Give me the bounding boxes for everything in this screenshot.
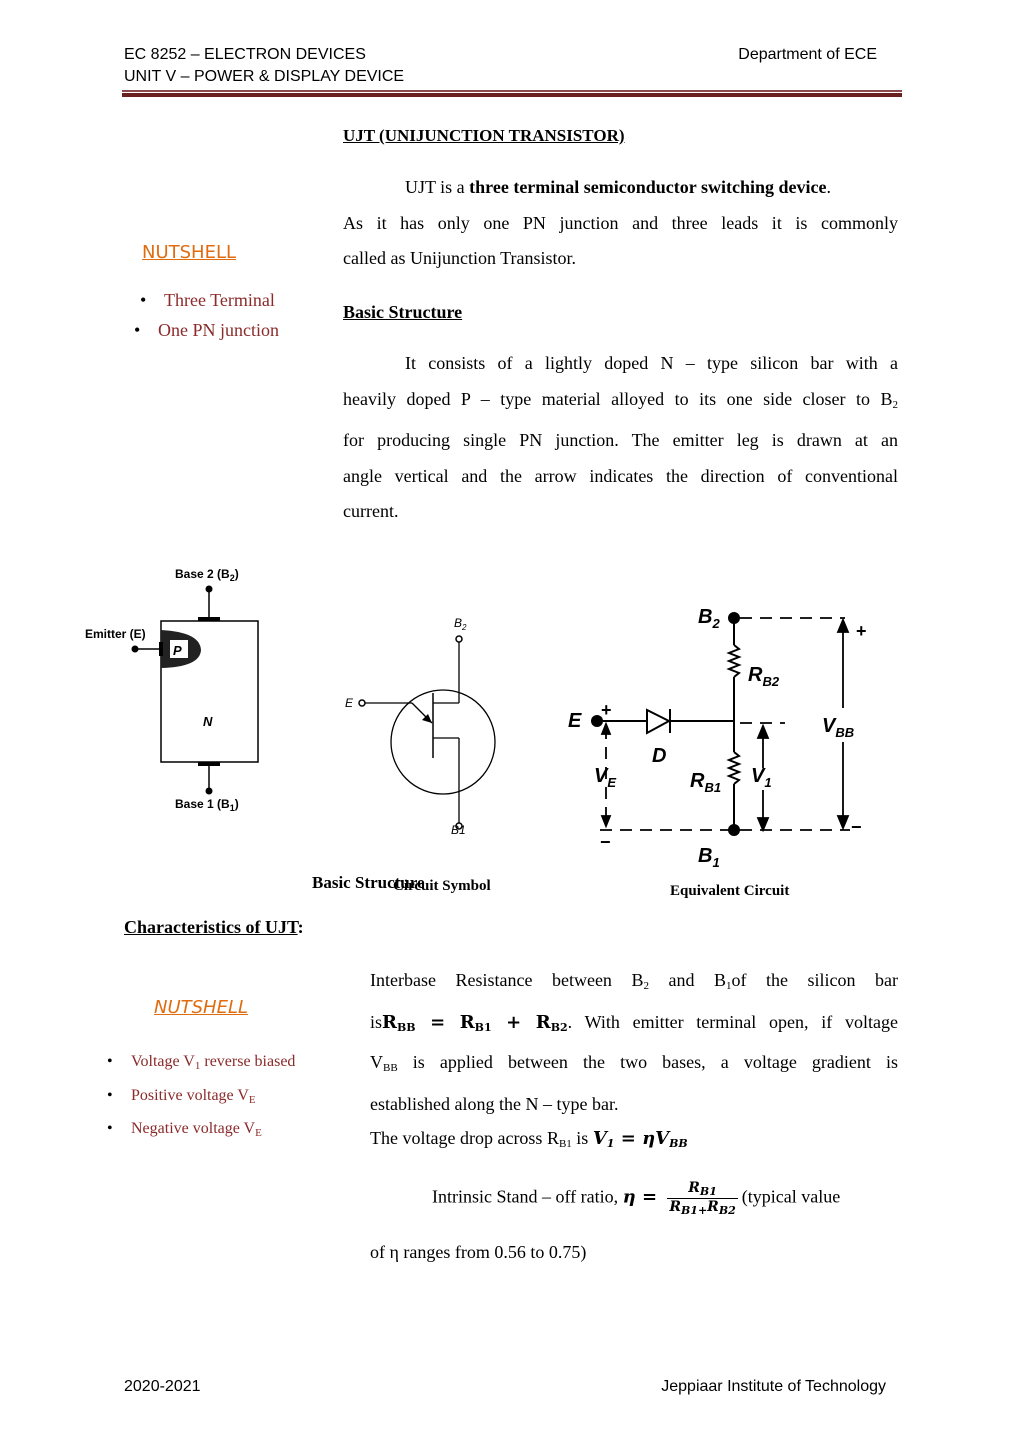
base1-terminal [205,787,213,795]
bs-line: angle vertical and the arrow indicates t… [343,465,898,486]
bullet-icon: • [134,320,141,340]
ve-plus: + [601,700,612,720]
nutshell-title-2: NUTSHELL [154,997,249,1018]
ve-minus: − [600,832,611,852]
nutshell1-item-text: One PN junction [158,320,279,340]
bullet-icon: • [107,1053,113,1070]
bs-line: It consists of a lightly doped N – type … [405,353,898,373]
vbb-plus: + [856,621,867,641]
basic-structure-paragraph: It consists of a lightly doped N – type … [343,346,898,530]
basic-structure-figure: Base 2 (B2) P Emitter (E) N Base 1 (B1) [85,567,259,813]
bullet-icon: • [107,1120,113,1137]
characteristics-heading: Characteristics of UJT: [124,917,304,937]
caption-equivalent-circuit: Equivalent Circuit [670,883,790,899]
eq-e-label: E [568,710,582,732]
intro-line2: As it has only one PN junction and three… [343,212,898,233]
basic-structure-heading: Basic Structure [343,302,463,322]
intro-line3: called as Unijunction Transistor. [343,248,576,268]
nutshell1-item-text: Three Terminal [164,290,275,310]
v1-equation: V1 = ηVBB [592,1128,688,1150]
eta-symbol: η [622,1186,636,1208]
bs-sub: 2 [892,398,899,411]
section-title: UJT (UNIJUNCTION TRANSISTOR) [343,126,625,145]
caption-circuit-symbol: Circuit Symbol [393,878,491,894]
base1-contact [198,762,220,766]
symbol-b2-label: B2 [454,616,467,632]
circuit-symbol-figure: B2 E B1 [345,616,496,835]
base2-label: Base 2 (B2) [175,567,239,583]
eq-rb2-label: RB2 [748,664,780,689]
diode-icon [646,708,672,735]
n-label: N [203,714,213,729]
eq-rb1-label: RB1 [690,770,721,795]
header-department: Department of ECE [738,46,877,63]
bs-line: current. [343,501,399,521]
intro-prefix: UJT is a [405,177,470,197]
bullet-icon: • [107,1087,113,1104]
symbol-b1-label: B1 [451,823,466,835]
eq-d-label: D [652,745,666,767]
footer-institute: Jeppiaar Institute of Technology [661,1378,886,1395]
bs-line: for producing single PN junction. The em… [343,430,898,450]
standoff-ratio-line: Intrinsic Stand – off ratio, η = RB1 RB1+… [432,1180,841,1217]
p-label: P [173,643,182,658]
header-course: EC 8252 – ELECTRON DEVICES [124,46,366,63]
header-rule-thin [122,90,902,92]
vbb-minus: − [851,817,862,837]
nutshell2-item: • Negative voltage VE [107,1120,262,1139]
rb1-resistor-icon [726,751,742,785]
nutshell1-item: • One PN junction [134,320,279,341]
eq-b2-label: B2 [698,606,720,631]
interbase-line4: established along the N – type bar. [370,1093,619,1114]
eq-b1-label: B1 [698,845,720,870]
bs-line: heavily doped P – type material alloyed … [343,388,893,409]
eq-v1-label: V1 [751,765,772,790]
eq-vbb-label: VBB [822,715,854,740]
standoff-fraction: RB1 RB1+RB2 [667,1180,738,1217]
nutshell1-item: • Three Terminal [140,290,275,311]
footer-year: 2020-2021 [124,1378,201,1395]
symbol-e-label: E [345,696,354,710]
rb2-resistor-icon [726,644,742,678]
intro-paragraph: UJT is a three terminal semiconductor sw… [343,170,898,277]
bullet-icon: • [140,290,147,310]
intro-suffix: . [826,177,831,197]
emitter-label: Emitter (E) [85,627,146,641]
standoff-range-line: of η ranges from 0.56 to 0.75) [370,1242,587,1262]
voltage-drop-line: The voltage drop across RB1 is V1 = ηVBB [370,1128,688,1150]
nutshell-title-1: NUTSHELL [142,242,237,263]
base1-label: Base 1 (B1) [175,797,239,813]
header-rule-thick [122,93,902,97]
symbol-circle [390,689,496,795]
header-unit: UNIT V – POWER & DISPLAY DEVICE [124,68,405,85]
interbase-paragraph: Interbase Resistance between B2 and B1of… [370,963,898,1122]
rbb-equation: RBB = RB1 + RB2 [382,1011,568,1034]
nutshell2-item: • Voltage V1 reverse biased [107,1053,296,1072]
intro-bold: three terminal semiconductor switching d… [469,177,827,197]
nutshell2-item: • Positive voltage VE [107,1087,256,1106]
equivalent-circuit-figure: B2 B1 E D RB2 RB1 V1 VE VBB + − + − [568,606,867,870]
